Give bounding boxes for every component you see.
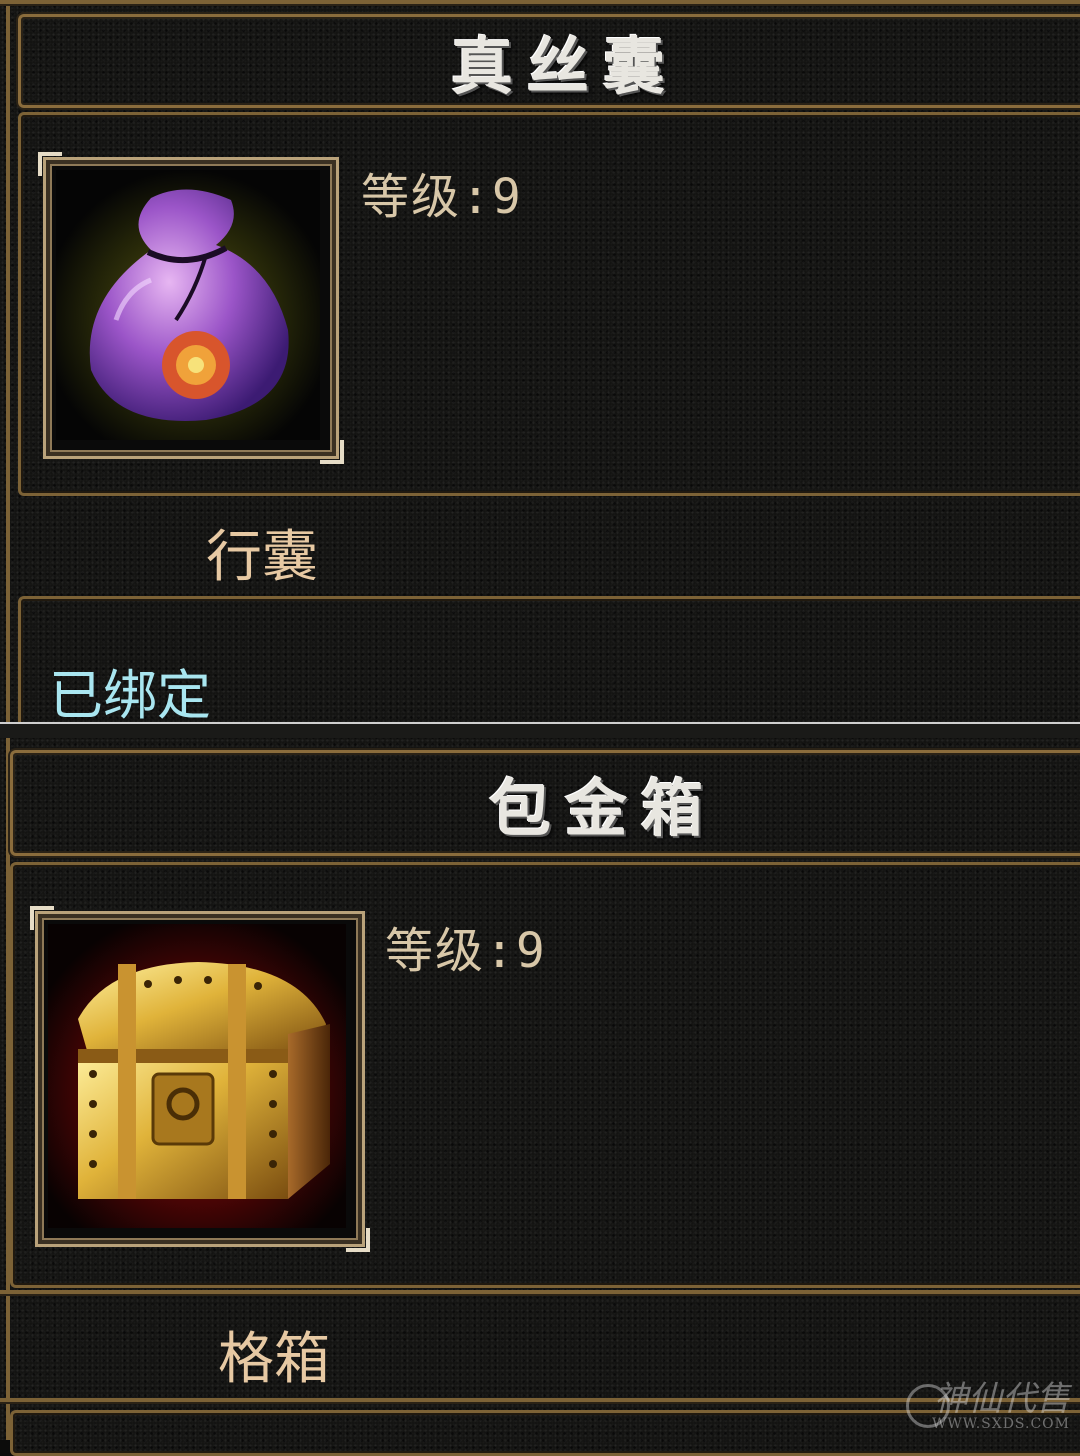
item-level: 等级:9	[385, 923, 547, 979]
panel-left-rail	[6, 0, 10, 722]
watermark-url: WWW.SXDS.COM	[931, 1416, 1070, 1432]
item-tooltip-1: 真丝囊 等级:9 行囊 已绑定	[0, 0, 1080, 742]
divider	[0, 1290, 1080, 1294]
item-body: 等级:9	[10, 862, 1080, 1288]
item-title-bar: 真丝囊	[18, 14, 1080, 108]
item-body: 等级:9	[18, 112, 1080, 496]
gold-chest-icon	[48, 924, 352, 1234]
bind-status: 已绑定	[49, 664, 211, 727]
divider-top	[0, 0, 1080, 4]
item-type: 行囊	[206, 525, 318, 590]
item-name: 真丝囊	[451, 30, 680, 103]
item-type-row: 格箱	[0, 1298, 1080, 1398]
item-type-row: 行囊	[0, 498, 1080, 590]
item-title-bar: 包金箱	[10, 750, 1080, 856]
watermark-text: 神仙代售	[934, 1379, 1070, 1419]
item-tooltip-2: 包金箱 等级:9 格箱	[0, 738, 1080, 1456]
item-icon-frame[interactable]	[38, 152, 344, 464]
watermark: 神仙代售 WWW.SXDS.COM	[932, 1371, 1070, 1432]
item-bind-box: 已绑定	[18, 596, 1080, 742]
item-type: 格箱	[218, 1327, 330, 1392]
item-name: 包金箱	[489, 772, 718, 845]
item-level: 等级:9	[361, 169, 523, 225]
silk-pouch-icon	[56, 170, 326, 446]
item-icon-frame[interactable]	[30, 906, 370, 1252]
